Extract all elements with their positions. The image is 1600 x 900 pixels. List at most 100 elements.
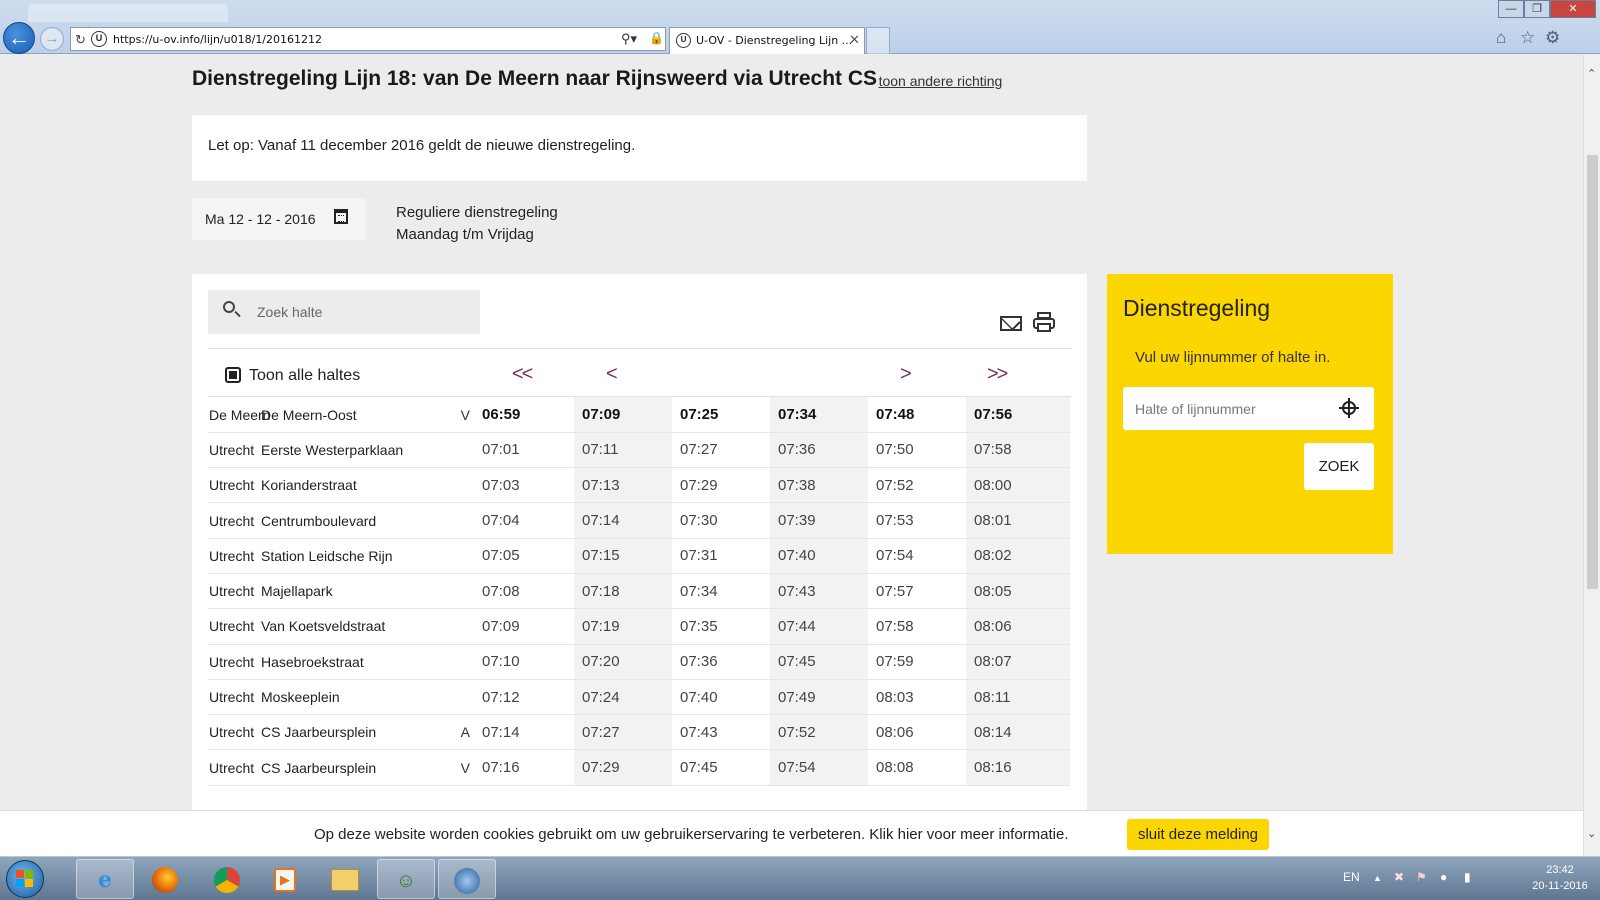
- departure-time: 07:16: [474, 749, 574, 786]
- input-placeholder[interactable]: Halte of lijnnummer: [1135, 401, 1256, 417]
- scroll-thumb[interactable]: [1587, 155, 1598, 589]
- stop-cell: Utrecht Van Koetsveldstraat: [208, 608, 455, 645]
- departure-time: 07:30: [672, 502, 770, 539]
- stop-cell: De MeernDe Meern-Oost: [208, 397, 455, 433]
- dismiss-cookie-button[interactable]: sluit deze melding: [1127, 819, 1269, 850]
- notice-box: Let op: Vanaf 11 december 2016 geldt de …: [192, 115, 1087, 181]
- cookie-text[interactable]: Op deze website worden cookies gebruikt …: [314, 826, 1069, 843]
- url-text[interactable]: https://u-ov.info/lijn/u018/1/20161212: [113, 33, 322, 46]
- schedule-days: Maandag t/m Vrijdag: [396, 226, 534, 243]
- search-placeholder[interactable]: Zoek halte: [257, 304, 322, 320]
- departure-time: 07:45: [770, 644, 868, 680]
- change-direction-link-text[interactable]: toon andere richting: [879, 73, 1003, 89]
- window-close-button[interactable]: ✕: [1550, 0, 1596, 18]
- departure-time: 07:49: [770, 679, 868, 716]
- show-all-stops-label[interactable]: Toon alle haltes: [249, 367, 360, 385]
- background-tab[interactable]: [28, 4, 228, 22]
- table-row: De MeernDe Meern-Oost V 06:59 07:09 07:25 07:…: [208, 397, 1070, 433]
- internet-explorer-icon[interactable]: e: [76, 859, 134, 899]
- security-alert-icon[interactable]: ⚑: [1416, 870, 1427, 884]
- signal-strength-icon[interactable]: ▮: [1464, 870, 1471, 884]
- home-icon[interactable]: ⌂: [1496, 28, 1506, 48]
- address-bar[interactable]: ↻ U https://u-ov.info/lijn/u018/1/201612…: [70, 27, 666, 51]
- timetable-panel: Zoek halte Toon alle haltes << < > >> De…: [192, 274, 1087, 810]
- departure-time: 07:19: [574, 608, 672, 645]
- speaker-muted-icon[interactable]: ✖: [1394, 870, 1404, 884]
- stop-city: Utrecht: [209, 477, 255, 494]
- departure-time: 08:07: [966, 644, 1070, 680]
- stop-cell: Utrecht Station Leidsche Rijn: [208, 538, 455, 574]
- system-clock[interactable]: 23:42 20-11-2016: [1530, 862, 1590, 894]
- sidebar-title: Dienstregeling: [1123, 295, 1271, 321]
- prev-arrow-icon[interactable]: <: [606, 363, 618, 386]
- new-tab-button[interactable]: [866, 27, 890, 54]
- browser-tab-active[interactable]: U U-OV - Dienstregeling Lijn ... ✕: [669, 27, 865, 54]
- windows-logo-icon: [16, 870, 34, 888]
- departure-time: 07:44: [770, 608, 868, 645]
- language-indicator[interactable]: EN: [1343, 870, 1360, 884]
- departure-time: 07:56: [966, 397, 1070, 433]
- clock-date: 20-11-2016: [1532, 880, 1588, 892]
- stop-name: De Meern-Oost: [261, 406, 357, 423]
- sync-icon[interactable]: ●: [1440, 870, 1447, 884]
- departure-time: 08:02: [966, 538, 1070, 574]
- scroll-down-icon[interactable]: ⌄: [1587, 827, 1596, 840]
- arrival-departure-flag: A: [455, 714, 474, 751]
- refresh-icon[interactable]: ↻: [75, 32, 86, 48]
- close-tab-icon[interactable]: ✕: [849, 32, 860, 48]
- arrival-departure-flag: [455, 644, 474, 680]
- departure-time: 07:38: [770, 467, 868, 504]
- change-direction-link[interactable]: - toon andere richting: [870, 73, 1002, 89]
- start-button[interactable]: [6, 860, 44, 898]
- stop-name: CS Jaarbeursplein: [261, 759, 377, 776]
- favorites-star-icon[interactable]: ☆: [1520, 28, 1535, 48]
- departure-time: 07:58: [966, 432, 1070, 469]
- departure-time: 07:50: [868, 432, 966, 469]
- stop-city: Utrecht: [209, 583, 255, 600]
- table-row: Utrecht Van Koetsveldstraat 07:09 07:19 07:3…: [208, 608, 1070, 645]
- search-button[interactable]: ZOEK: [1304, 443, 1374, 490]
- chrome-icon[interactable]: [198, 859, 256, 899]
- last-page-arrow-icon[interactable]: >>: [987, 363, 1008, 386]
- departure-time: 08:00: [966, 467, 1070, 504]
- stop-name: Station Leidsche Rijn: [261, 547, 393, 564]
- stop-search-input[interactable]: Zoek halte: [208, 290, 480, 334]
- date-picker[interactable]: Ma 12 - 12 - 2016: [192, 198, 366, 240]
- arrival-departure-flag: [455, 608, 474, 645]
- clock-time: 23:42: [1546, 864, 1574, 876]
- table-row: Utrecht Korianderstraat 07:03 07:13 07:29 07:…: [208, 467, 1070, 504]
- sidebar-subtitle: Vul uw lijnnummer of halte in.: [1135, 349, 1331, 366]
- users-icon[interactable]: ☺: [377, 859, 435, 899]
- departure-time: 07:24: [574, 679, 672, 716]
- date-value[interactable]: Ma 12 - 12 - 2016: [205, 211, 316, 227]
- file-explorer-icon[interactable]: [316, 859, 374, 899]
- calendar-icon[interactable]: [334, 209, 348, 224]
- minimize-button[interactable]: —: [1498, 0, 1524, 18]
- divider: [208, 348, 1072, 349]
- departure-time: 07:43: [672, 714, 770, 751]
- media-player-icon[interactable]: ▶: [256, 859, 314, 899]
- maximize-button[interactable]: ❐: [1524, 0, 1550, 18]
- crosshair-locate-icon[interactable]: [1339, 398, 1359, 418]
- lock-icon[interactable]: 🔒: [649, 31, 664, 45]
- stop-city: Utrecht: [209, 441, 255, 458]
- line-or-stop-input[interactable]: Halte of lijnnummer: [1123, 387, 1374, 430]
- search-icon[interactable]: ⚲▾: [621, 31, 637, 47]
- back-button[interactable]: ←: [3, 22, 35, 54]
- show-hidden-icons-icon[interactable]: ▲: [1373, 873, 1382, 883]
- stop-city: Utrecht: [209, 547, 255, 564]
- firefox-icon[interactable]: [136, 859, 194, 899]
- network-icon[interactable]: [438, 859, 496, 899]
- scroll-up-icon[interactable]: ⌃: [1587, 67, 1596, 80]
- site-favicon-icon: U: [91, 31, 107, 47]
- settings-gear-icon[interactable]: ⚙: [1545, 28, 1560, 48]
- forward-button[interactable]: →: [40, 27, 64, 51]
- mail-icon[interactable]: [1000, 316, 1022, 331]
- page-scrollbar[interactable]: ⌃ ⌄: [1583, 55, 1600, 873]
- next-arrow-icon[interactable]: >: [900, 363, 912, 386]
- toggle-checkbox-icon[interactable]: [225, 367, 241, 383]
- first-page-arrow-icon[interactable]: <<: [512, 363, 533, 386]
- print-icon[interactable]: [1033, 312, 1055, 332]
- departure-time: 07:04: [474, 502, 574, 539]
- arrival-departure-flag: V: [455, 749, 474, 786]
